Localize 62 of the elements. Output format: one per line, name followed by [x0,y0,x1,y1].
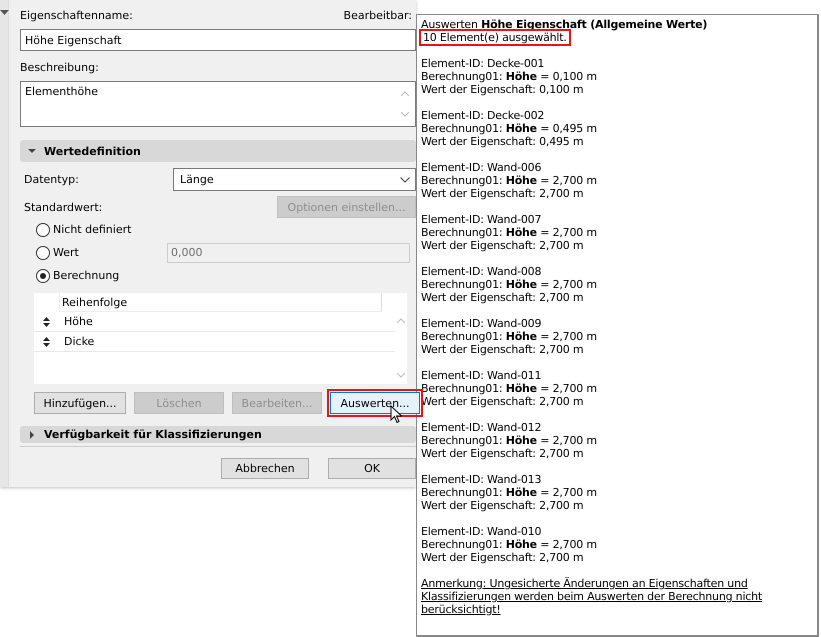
calculation-line: Berechnung01: Höhe = 2,700 m [421,486,597,499]
property-value: Wert der Eigenschaft: 2,700 m [421,499,584,512]
property-value: Wert der Eigenschaft: 0,100 m [421,83,584,96]
calculation-line: Berechnung01: Höhe = 2,700 m [421,330,597,343]
sort-handle-icon[interactable] [43,336,50,346]
property-name-label: Eigenschaftenname: [20,9,133,24]
element-id: Element-ID: Decke-001 [421,57,546,70]
calculation-line: Berechnung01: Höhe = 2,700 m [421,434,597,447]
element-id: Element-ID: Wand-011 [421,369,542,382]
radio-button[interactable] [36,222,50,236]
property-value: Wert der Eigenschaft: 2,700 m [421,291,584,304]
calculation-line: Berechnung01: Höhe = 2,700 m [421,538,597,551]
data-type-dropdown[interactable]: Länge [173,168,416,191]
property-value: Wert der Eigenschaft: 0,495 m [421,135,584,148]
dialog-button[interactable]: Abbrechen [221,458,309,479]
selected-count: 10 Element(e) ausgewählt. [421,31,569,44]
column-header[interactable]: Reihenfolge [60,296,128,308]
editable-label: Bearbeitbar: [344,9,412,24]
evaluation-title: Auswerten Höhe Eigenschaft (Allgemeine Werte) [421,18,708,31]
value-field[interactable]: 0,000 [167,242,410,262]
note-link[interactable]: Anmerkung: Ungesicherte Änderungen an Eigenschaften und Klassifizierungen werden beim Auswerten der Berechnung nicht berücksichtigt! [421,577,791,616]
property-value: Wert der Eigenschaft: 2,700 m [421,551,584,564]
calculation-line: Berechnung01: Höhe = 0,100 m [421,70,597,83]
expand-arrow-icon [28,147,36,155]
radio-label[interactable]: Wert [53,246,167,259]
property-name-field[interactable]: Höhe Eigenschaft [20,29,416,51]
radio-label[interactable]: Berechnung [53,269,167,282]
property-value: Wert der Eigenschaft: 2,700 m [421,239,584,252]
section-header[interactable]: Verfügbarkeit für Klassifizierungen [20,426,416,443]
section-header[interactable]: Wertedefinition [20,140,416,162]
property-value: Wert der Eigenschaft: 2,700 m [421,187,584,200]
element-id: Element-ID: Decke-002 [421,109,546,122]
action-button[interactable]: Auswerten... [330,392,420,414]
chevron-down-icon [400,176,410,182]
collapse-arrow-icon[interactable] [0,10,9,15]
calculation-line: Berechnung01: Höhe = 2,700 m [421,226,597,239]
radio-button[interactable] [36,246,50,260]
dialog-button[interactable]: OK [328,458,416,479]
data-type-label: Datentyp: [24,173,79,186]
element-id: Element-ID: Wand-009 [421,317,542,330]
element-id: Element-ID: Wand-007 [421,213,542,226]
element-id: Element-ID: Wand-013 [421,473,542,486]
calculation-line: Berechnung01: Höhe = 2,700 m [421,174,597,187]
sort-handle-icon[interactable] [43,316,50,326]
calculation-line: Berechnung01: Höhe = 2,700 m [421,278,597,291]
element-id: Element-ID: Wand-012 [421,421,542,434]
element-id: Element-ID: Wand-010 [421,525,542,538]
list-item[interactable]: Dicke [64,335,94,348]
element-id: Element-ID: Wand-006 [421,161,542,174]
property-value: Wert der Eigenschaft: 2,700 m [421,447,584,460]
radio-label[interactable]: Nicht definiert [53,223,167,236]
element-id: Element-ID: Wand-008 [421,265,542,278]
list-item[interactable]: Höhe [64,315,93,328]
calculation-line: Berechnung01: Höhe = 0,495 m [421,122,597,135]
default-value-label: Standardwert: [24,200,102,214]
description-text: Elementhöhe [25,85,98,100]
expand-arrow-icon [28,430,36,438]
radio-button[interactable] [36,268,50,282]
property-value: Wert der Eigenschaft: 2,700 m [421,343,584,356]
action-button[interactable]: Hinzufügen... [34,392,126,414]
calculation-line: Berechnung01: Höhe = 2,700 m [421,382,597,395]
description-label: Beschreibung: [20,61,100,76]
